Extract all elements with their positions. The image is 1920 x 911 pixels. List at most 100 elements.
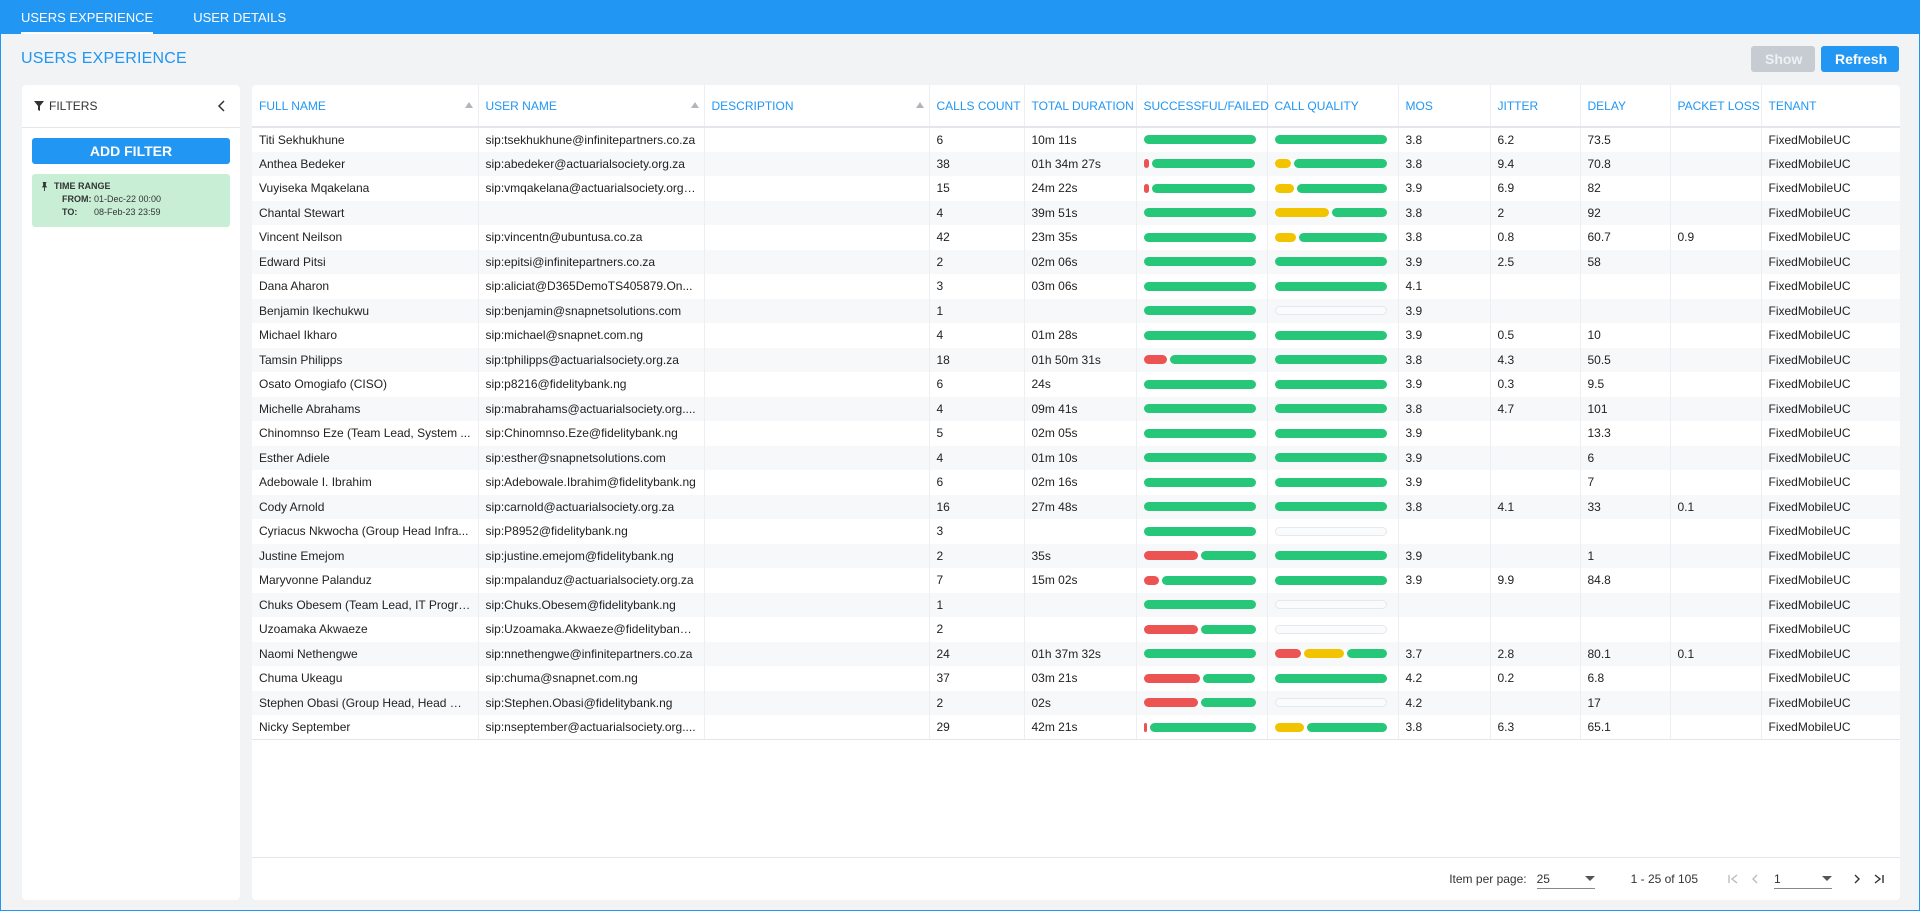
bar-segment-bad [1143,183,1149,193]
cell-user-name: sip:Uzoamaka.Akwaeze@fidelitybank.... [478,617,705,642]
table-row[interactable]: Osato Omogiafo (CISO) sip:p8216@fidelityb… [252,372,1900,397]
table-row[interactable]: Cyriacus Nkwocha (Group Head Infra... sip… [252,519,1900,544]
sort-icon[interactable] [690,102,699,108]
cell-user-name: sip:michael@snapnet.com.ng [478,323,705,348]
table-row[interactable]: Michael Ikharo sip:michael@snapnet.com.ng… [252,323,1900,348]
sort-icon[interactable] [915,102,924,108]
table-row[interactable]: Edward Pitsi sip:epitsi@infinitepartners.… [252,249,1900,274]
table-row[interactable]: Nicky September sip:nseptember@actuarials… [252,715,1900,740]
cell-packet-loss [1670,200,1762,225]
pin-icon[interactable] [40,181,49,191]
bar-segment-good [1274,428,1387,438]
table-row[interactable]: Dana Aharon sip:aliciat@D365DemoTS405879.… [252,274,1900,299]
table-row[interactable]: Michelle Abrahams sip:mabrahams@actuarial… [252,396,1900,421]
cell-description [704,323,930,348]
cell-calls-count: 3 [929,274,1025,299]
cell-jitter [1490,690,1581,715]
col-calls-count[interactable]: CALLS COUNT [929,85,1025,128]
cell-total-duration: 24s [1024,372,1137,397]
success-failed-bar [1143,551,1256,561]
bar-segment-bad [1143,722,1147,732]
table-row[interactable]: Anthea Bedeker sip:abedeker@actuarialsoci… [252,151,1900,176]
page-select[interactable]: 1 [1774,869,1832,889]
table-row[interactable]: Chuks Obesem (Team Lead, IT Progra... sip… [252,592,1900,617]
success-failed-bar [1143,477,1256,487]
refresh-button[interactable]: Refresh [1821,46,1899,72]
col-mos[interactable]: MOS [1398,85,1491,128]
cell-total-duration: 02m 16s [1024,470,1137,495]
col-call-quality[interactable]: CALL QUALITY [1267,85,1399,128]
col-total-duration[interactable]: TOTAL DURATION [1024,85,1137,128]
table-row[interactable]: Vuyiseka Mqakelana sip:vmqakelana@actuari… [252,176,1900,201]
cell-full-name: Adebowale I. Ibrahim [252,470,479,495]
cell-jitter: 9.4 [1490,151,1581,176]
col-successful-failed[interactable]: SUCCESSFUL/FAILED [1136,85,1269,128]
table-row[interactable]: Adebowale I. Ibrahim sip:Adebowale.Ibrahi… [252,470,1900,495]
cell-total-duration: 03m 06s [1024,274,1137,299]
table-row[interactable]: Chuma Ukeagu sip:chuma@snapnet.com.ng 37 03… [252,666,1900,691]
table-row[interactable]: Naomi Nethengwe sip:nnethengwe@infinitepa… [252,641,1900,666]
table-row[interactable]: Esther Adiele sip:esther@snapnetsolutions… [252,445,1900,470]
cell-description [704,494,930,519]
time-range-filter[interactable]: TIME RANGE FROM: 01-Dec-22 00:00 TO: 08-… [32,174,230,227]
col-jitter[interactable]: JITTER [1490,85,1581,128]
col-packet-loss[interactable]: PACKET LOSS [1670,85,1762,128]
cell-successful-failed [1136,372,1268,397]
cell-successful-failed [1136,715,1268,740]
cell-packet-loss [1670,543,1762,568]
cell-total-duration: 02m 06s [1024,249,1137,274]
table-row[interactable]: Tamsin Philipps sip:tphilipps@actuarialso… [252,347,1900,372]
success-failed-bar [1143,135,1256,145]
table-row[interactable]: Chantal Stewart 4 39m 51s 3.8 2 92 FixedMobile… [252,200,1900,225]
cell-delay: 73.5 [1580,127,1671,152]
first-page-icon[interactable] [1722,868,1744,890]
cell-delay [1580,617,1671,642]
cell-description [704,274,930,299]
users-table: FULL NAME USER NAME DESCRIPTION CALLS CO… [252,85,1900,740]
success-failed-bar [1143,698,1256,708]
table-row[interactable]: Justine Emejom sip:justine.emejom@fidelit… [252,543,1900,568]
bar-segment-good [1293,159,1387,169]
cell-total-duration [1024,298,1137,323]
tab-users-experience[interactable]: USERS EXPERIENCE [21,10,154,34]
tab-user-details[interactable]: USER DETAILS [193,10,286,34]
col-tenant[interactable]: TENANT [1761,85,1900,128]
table-row[interactable]: Chinomnso Eze (Team Lead, System ... sip:… [252,421,1900,446]
col-full-name[interactable]: FULL NAME [252,85,479,128]
cell-tenant: FixedMobileUC [1761,323,1900,348]
cell-packet-loss [1670,715,1762,740]
last-page-icon[interactable] [1868,868,1890,890]
table-row[interactable]: Stephen Obasi (Group Head, Head Off... si… [252,690,1900,715]
bar-segment-bad [1143,159,1149,169]
next-page-icon[interactable] [1846,868,1868,890]
bar-segment-good [1274,673,1387,683]
cell-successful-failed [1136,543,1268,568]
cell-full-name: Chuma Ukeagu [252,666,479,691]
bar-segment-good [1161,575,1256,585]
cell-description [704,249,930,274]
prev-page-icon[interactable] [1744,868,1766,890]
table-row[interactable]: Uzoamaka Akwaeze sip:Uzoamaka.Akwaeze@fid… [252,617,1900,642]
col-user-name[interactable]: USER NAME [478,85,705,128]
table-row[interactable]: Vincent Neilson sip:vincentn@ubuntusa.co.… [252,225,1900,250]
table-row[interactable]: Benjamin Ikechukwu sip:benjamin@snapnetso… [252,298,1900,323]
cell-packet-loss [1670,568,1762,593]
cell-tenant: FixedMobileUC [1761,249,1900,274]
call-quality-bar [1274,306,1387,316]
sort-icon[interactable] [464,102,473,108]
add-filter-button[interactable]: ADD FILTER [32,138,230,164]
table-row[interactable]: Titi Sekhukhune sip:tsekhukhune@infinitep… [252,127,1900,152]
items-per-page-select[interactable]: 25 [1536,869,1595,889]
cell-tenant: FixedMobileUC [1761,127,1900,152]
cell-calls-count: 5 [929,421,1025,446]
success-failed-bar [1143,624,1256,634]
success-failed-bar [1143,649,1256,659]
table-row[interactable]: Maryvonne Palanduz sip:mpalanduz@actuaria… [252,568,1900,593]
show-button[interactable]: Show [1751,46,1815,72]
col-delay[interactable]: DELAY [1580,85,1671,128]
col-description[interactable]: DESCRIPTION [704,85,930,128]
table-row[interactable]: Cody Arnold sip:carnold@actuarialsociety.… [252,494,1900,519]
chevron-left-icon[interactable] [215,99,229,113]
caret-down-icon [1822,876,1832,881]
cell-mos: 4.1 [1398,274,1491,299]
